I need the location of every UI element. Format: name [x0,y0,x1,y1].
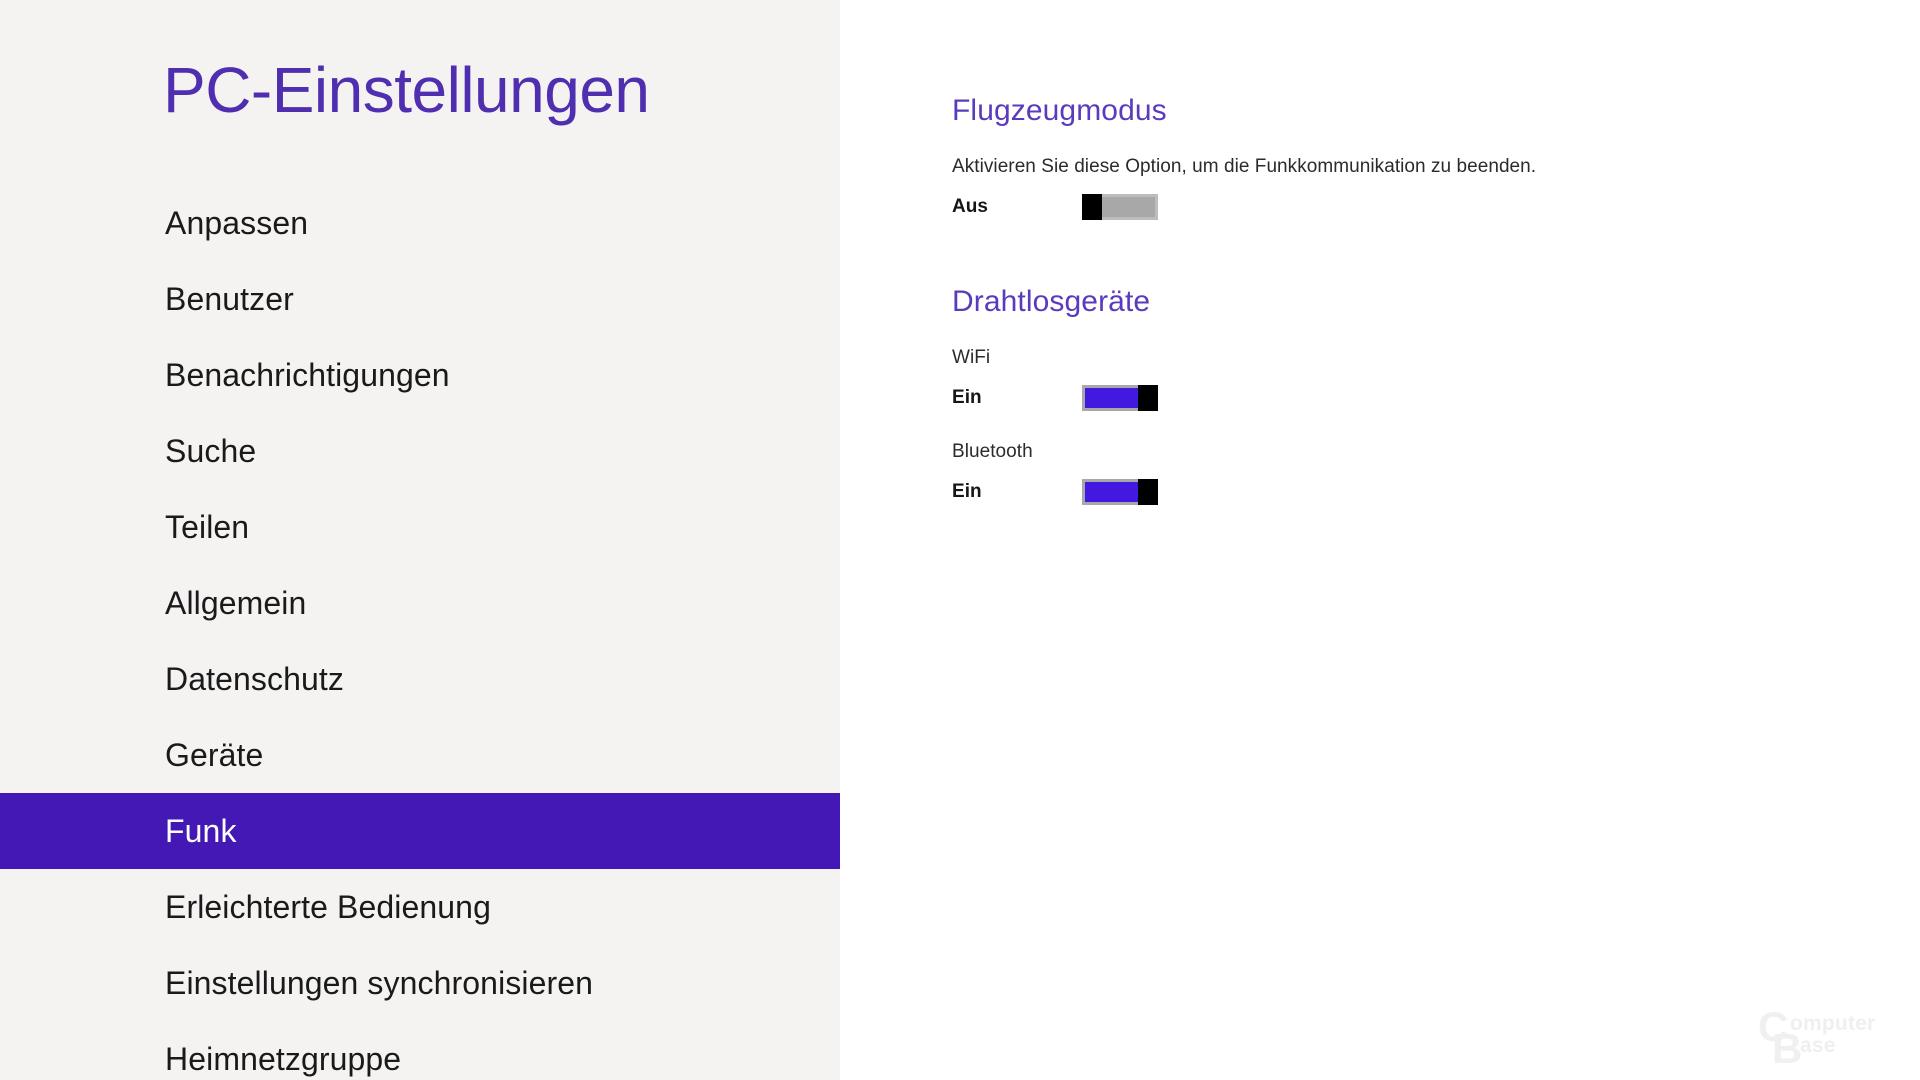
sidebar-item-label: Anpassen [165,204,309,241]
toggle-thumb[interactable] [1138,384,1158,411]
sidebar-item-suche[interactable]: Suche [0,413,840,489]
sidebar-item-datenschutz[interactable]: Datenschutz [0,641,840,717]
computerbase-watermark: C B omputer ase [1756,1006,1906,1070]
toggle-thumb[interactable] [1082,193,1102,220]
toggle-fill [1085,387,1141,408]
wifi-label: WiFi [952,346,991,368]
airplane-mode-heading: Flugzeugmodus [952,94,1167,127]
pc-settings-screen: PC-Einstellungen Anpassen Benutzer Benac… [0,0,1920,1080]
toggle-fill [1085,481,1141,502]
bluetooth-toggle[interactable] [1082,478,1158,505]
sidebar-item-label: Heimnetzgruppe [165,1040,402,1077]
watermark-letter-c: C [1758,1003,1789,1050]
sidebar-item-teilen[interactable]: Teilen [0,489,840,565]
sidebar-item-geraete[interactable]: Geräte [0,717,840,793]
wireless-devices-section: Drahtlosgeräte WiFi Ein Bluetooth Ein [952,283,1158,509]
airplane-mode-state-label: Aus [952,195,989,217]
sidebar-nav-list: Anpassen Benutzer Benachrichtigungen Suc… [0,185,840,1080]
sidebar-item-label: Suche [165,432,257,469]
watermark-line-2: ase [1800,1034,1836,1057]
sidebar-item-erleichterte-bedienung[interactable]: Erleichterte Bedienung [0,869,840,945]
watermark-letter-b: B [1772,1025,1803,1072]
airplane-mode-description: Aktivieren Sie diese Option, um die Funk… [952,155,1537,177]
sidebar-item-anpassen[interactable]: Anpassen [0,185,840,261]
sidebar-item-label: Benachrichtigungen [165,356,450,393]
bluetooth-state-label: Ein [952,480,982,502]
wifi-state-label: Ein [952,386,982,408]
sidebar-item-benutzer[interactable]: Benutzer [0,261,840,337]
settings-sidebar: PC-Einstellungen Anpassen Benutzer Benac… [0,0,840,1080]
sidebar-item-label: Allgemein [165,584,307,621]
watermark-line-1: omputer [1790,1012,1876,1035]
airplane-mode-toggle-row: Aus [952,190,1536,224]
page-title: PC-Einstellungen [163,54,650,126]
toggle-track [1096,193,1158,220]
sidebar-item-label: Datenschutz [165,660,344,697]
sidebar-item-einstellungen-synchronisieren[interactable]: Einstellungen synchronisieren [0,945,840,1021]
wifi-toggle-row: Ein [952,381,1158,415]
sidebar-item-allgemein[interactable]: Allgemein [0,565,840,641]
sidebar-item-label: Geräte [165,736,264,773]
sidebar-item-label: Erleichterte Bedienung [165,888,491,925]
sidebar-item-heimnetzgruppe[interactable]: Heimnetzgruppe [0,1021,840,1080]
wireless-devices-heading: Drahtlosgeräte [952,285,1151,318]
airplane-mode-toggle[interactable] [1082,193,1158,220]
wifi-toggle[interactable] [1082,384,1158,411]
sidebar-item-funk[interactable]: Funk [0,793,840,869]
bluetooth-toggle-row: Ein [952,475,1158,509]
sidebar-item-label: Teilen [165,508,250,545]
sidebar-item-label: Funk [165,812,237,849]
bluetooth-label: Bluetooth [952,440,1033,462]
sidebar-item-label: Benutzer [165,280,294,317]
sidebar-item-benachrichtigungen[interactable]: Benachrichtigungen [0,337,840,413]
settings-content-pane: Flugzeugmodus Aktivieren Sie diese Optio… [840,0,1920,1080]
toggle-thumb[interactable] [1138,478,1158,505]
sidebar-item-label: Einstellungen synchronisieren [165,964,594,1001]
airplane-mode-section: Flugzeugmodus Aktivieren Sie diese Optio… [952,92,1536,224]
